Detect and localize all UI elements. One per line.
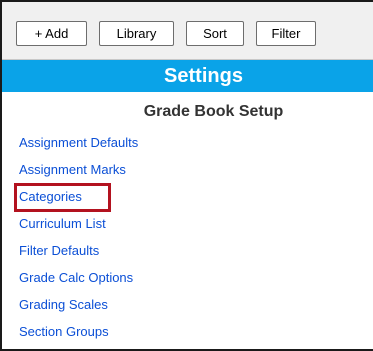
list-item: Grading Scales [19, 295, 138, 322]
list-item: Curriculum List [19, 214, 138, 241]
settings-header: Settings [2, 60, 373, 92]
list-item: Assignment Marks [19, 160, 138, 187]
add-button[interactable]: + Add [16, 21, 87, 46]
assignment-defaults-link[interactable]: Assignment Defaults [19, 135, 138, 150]
filter-defaults-link[interactable]: Filter Defaults [19, 243, 99, 258]
curriculum-list-link[interactable]: Curriculum List [19, 216, 106, 231]
settings-link-list: Assignment Defaults Assignment Marks Cat… [19, 133, 138, 349]
toolbar: + Add Library Sort Filter [2, 2, 373, 60]
grade-calc-options-link[interactable]: Grade Calc Options [19, 270, 133, 285]
section-title: Grade Book Setup [143, 103, 284, 120]
list-item: Filter Defaults [19, 241, 138, 268]
grading-scales-link[interactable]: Grading Scales [19, 297, 108, 312]
library-button[interactable]: Library [99, 21, 174, 46]
list-item: Categories [19, 187, 138, 214]
categories-link[interactable]: Categories [19, 189, 82, 204]
filter-button[interactable]: Filter [256, 21, 316, 46]
section-groups-link[interactable]: Section Groups [19, 324, 109, 339]
list-item: Assignment Defaults [19, 133, 138, 160]
list-item: Section Groups [19, 322, 138, 349]
assignment-marks-link[interactable]: Assignment Marks [19, 162, 126, 177]
sort-button[interactable]: Sort [186, 21, 244, 46]
list-item: Grade Calc Options [19, 268, 138, 295]
